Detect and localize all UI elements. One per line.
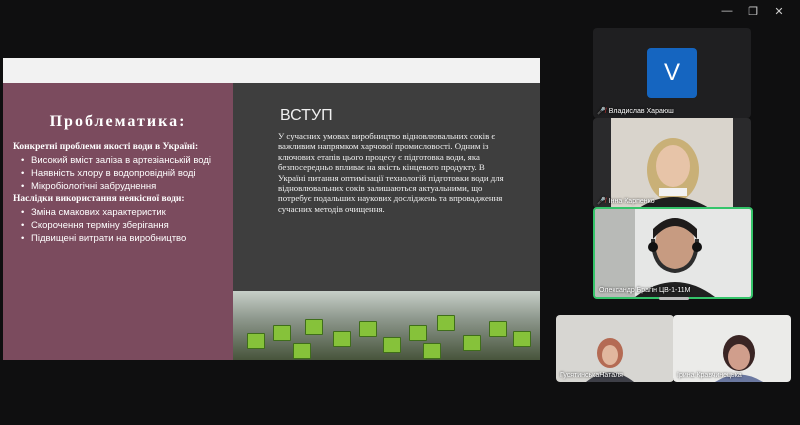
list-item: Мікробіологічні забруднення bbox=[21, 180, 228, 193]
participant-name-label: Інна Карпенко bbox=[608, 197, 655, 205]
list-item: Наявність хлору в водопровідній воді bbox=[21, 167, 228, 180]
restore-icon[interactable]: ❐ bbox=[740, 2, 766, 20]
participant-name: Олександр Брагін ЦВ-1-11М bbox=[599, 287, 690, 294]
list-item: Зміна смакових характеристик bbox=[21, 206, 228, 219]
slide-left-title: Проблематика: bbox=[49, 113, 187, 130]
participant-name: Ірина Кравчинецька bbox=[677, 372, 742, 379]
slide-left-content: Конкретні проблеми якості води в Україні… bbox=[13, 141, 228, 245]
participant-name: 🎤̸ Владислав Хараюш bbox=[597, 107, 674, 116]
slide-right-title: ВСТУП bbox=[280, 107, 333, 124]
participant-video bbox=[595, 209, 751, 297]
juice-production-line-photo bbox=[233, 291, 540, 360]
slide-right-panel: ВСТУП У сучасних умовах виробництво відн… bbox=[233, 83, 540, 291]
slide-top-band bbox=[3, 58, 540, 83]
participant-avatar: V bbox=[647, 48, 697, 98]
participant-name-label: Ірина Кравчинецька bbox=[677, 372, 742, 379]
participant-tile[interactable]: ГусятинськаНаталя bbox=[556, 315, 674, 382]
slide-right-body: У сучасних умовах виробництво відновлюва… bbox=[278, 131, 504, 214]
close-icon[interactable]: ✕ bbox=[766, 2, 792, 20]
shared-presentation-slide: Проблематика: Конкретні проблеми якості … bbox=[3, 58, 540, 360]
section-heading: Наслідки використання неякісної води: bbox=[13, 194, 185, 204]
list-item: Скорочення терміну зберігання bbox=[21, 219, 228, 232]
mic-off-icon: 🎤̸ bbox=[597, 198, 606, 205]
participant-tile[interactable]: V 🎤̸ Владислав Хараюш bbox=[593, 28, 751, 118]
mic-off-icon: 🎤̸ bbox=[597, 108, 606, 115]
panel-drag-handle[interactable] bbox=[659, 297, 689, 300]
participant-name-label: Олександр Брагін ЦВ-1-11М bbox=[599, 287, 691, 294]
problem-list: Високий вміст заліза в артезіанській вод… bbox=[13, 154, 228, 193]
slide-left-panel: Проблематика: Конкретні проблеми якості … bbox=[3, 83, 233, 360]
minimize-icon[interactable]: — bbox=[714, 2, 740, 20]
participant-tile[interactable]: 🎤̸ Інна Карпенко bbox=[593, 118, 751, 208]
participant-tile[interactable]: Ірина Кравчинецька bbox=[673, 315, 791, 382]
participant-name-label: Владислав Хараюш bbox=[608, 107, 674, 115]
consequence-list: Зміна смакових характеристик Скорочення … bbox=[13, 206, 228, 245]
window-controls: — ❐ ✕ bbox=[714, 2, 792, 20]
participant-tile-active[interactable]: Олександр Брагін ЦВ-1-11М bbox=[593, 207, 753, 299]
list-item: Підвищені витрати на виробництво bbox=[21, 232, 228, 245]
participant-name: ГусятинськаНаталя bbox=[560, 372, 623, 379]
participant-name-label: ГусятинськаНаталя bbox=[560, 372, 623, 379]
participant-video bbox=[593, 118, 751, 208]
section-heading: Конкретні проблеми якості води в Україні… bbox=[13, 142, 199, 152]
participant-name: 🎤̸ Інна Карпенко bbox=[597, 197, 655, 206]
list-item: Високий вміст заліза в артезіанській вод… bbox=[21, 154, 228, 167]
